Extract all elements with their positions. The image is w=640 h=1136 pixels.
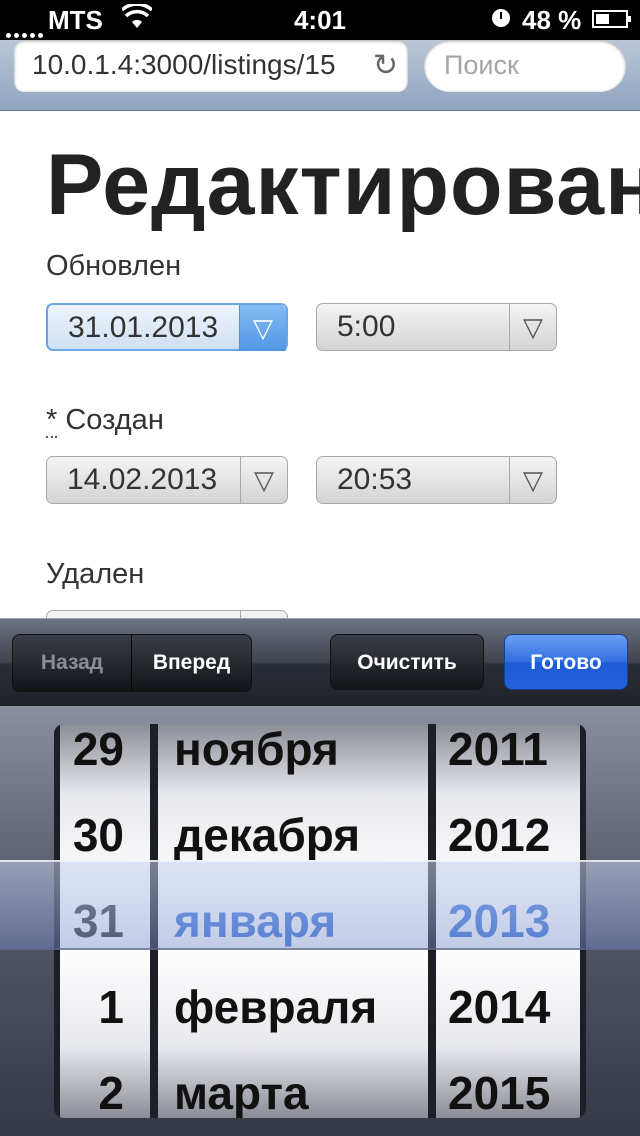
month-wheel[interactable]: ноября декабря января февраля марта	[158, 724, 428, 1118]
reload-icon[interactable]: ↻	[368, 48, 398, 83]
day-wheel[interactable]: 29 30 31 1 2	[60, 724, 150, 1118]
battery-fill	[596, 14, 609, 24]
deleted-label: Удален	[46, 558, 145, 590]
date-picker: 29 30 31 1 2 ноября декабря января февра…	[0, 706, 640, 1136]
created-label-text: Создан	[65, 404, 164, 436]
previous-button[interactable]: Назад	[13, 635, 132, 691]
year-option[interactable]: 2015	[436, 1050, 580, 1118]
created-time-value: 20:53	[337, 463, 413, 496]
created-label: * Создан	[46, 404, 164, 438]
required-mark: *	[46, 404, 58, 438]
created-time-select[interactable]: 20:53 ▽	[316, 456, 557, 504]
chevron-down-icon: ▽	[509, 457, 556, 503]
updated-label: Обновлен	[46, 250, 182, 282]
day-option-selected[interactable]: 31	[60, 878, 150, 964]
browser-address-bar: 10.0.1.4:3000/listings/15 ↻ Поиск	[0, 40, 640, 111]
month-option[interactable]: марта	[158, 1050, 428, 1118]
month-option[interactable]: декабря	[158, 792, 428, 878]
month-option-selected[interactable]: января	[158, 878, 428, 964]
done-button[interactable]: Готово	[504, 634, 628, 690]
year-option[interactable]: 2014	[436, 964, 580, 1050]
chevron-down-icon: ▽	[240, 457, 287, 503]
page-title: Редактирование	[46, 137, 640, 233]
form-toolbar: Назад Вперед Очистить Готово	[0, 618, 640, 707]
year-option[interactable]: 2011	[436, 724, 580, 792]
status-bar: MTS 4:01 48 %	[0, 0, 640, 40]
url-text: 10.0.1.4:3000/listings/15	[32, 49, 336, 80]
created-date-select[interactable]: 14.02.2013 ▽	[46, 456, 288, 504]
search-placeholder: Поиск	[444, 50, 519, 80]
chevron-down-icon: ▽	[239, 305, 286, 351]
updated-date-value: 31.01.2013	[68, 311, 219, 344]
search-input[interactable]: Поиск	[424, 40, 626, 92]
updated-time-value: 5:00	[337, 310, 396, 343]
prev-next-control: Назад Вперед	[12, 634, 252, 692]
battery-percentage: 48 %	[522, 5, 582, 35]
day-option[interactable]: 30	[60, 792, 150, 878]
year-option-selected[interactable]: 2013	[436, 878, 580, 964]
picker-wheels: 29 30 31 1 2 ноября декабря января февра…	[54, 724, 586, 1118]
url-field[interactable]: 10.0.1.4:3000/listings/15 ↻	[14, 40, 408, 92]
chevron-down-icon: ▽	[509, 304, 556, 350]
updated-time-select[interactable]: 5:00 ▽	[316, 303, 557, 351]
updated-date-select[interactable]: 31.01.2013 ▽	[46, 303, 288, 351]
next-button[interactable]: Вперед	[132, 635, 251, 691]
year-wheel[interactable]: 2011 2012 2013 2014 2015	[436, 724, 580, 1118]
alarm-clock-icon	[492, 9, 510, 27]
day-option[interactable]: 29	[60, 724, 150, 792]
page-content: Редактирование Обновлен 31.01.2013 ▽ 5:0…	[0, 110, 640, 620]
battery-icon	[592, 10, 631, 28]
month-option[interactable]: февраля	[158, 964, 428, 1050]
created-date-value: 14.02.2013	[67, 463, 218, 496]
day-option[interactable]: 2	[60, 1050, 150, 1118]
year-option[interactable]: 2012	[436, 792, 580, 878]
month-option[interactable]: ноября	[158, 724, 428, 792]
day-option[interactable]: 1	[60, 964, 150, 1050]
clear-button[interactable]: Очистить	[330, 634, 484, 690]
